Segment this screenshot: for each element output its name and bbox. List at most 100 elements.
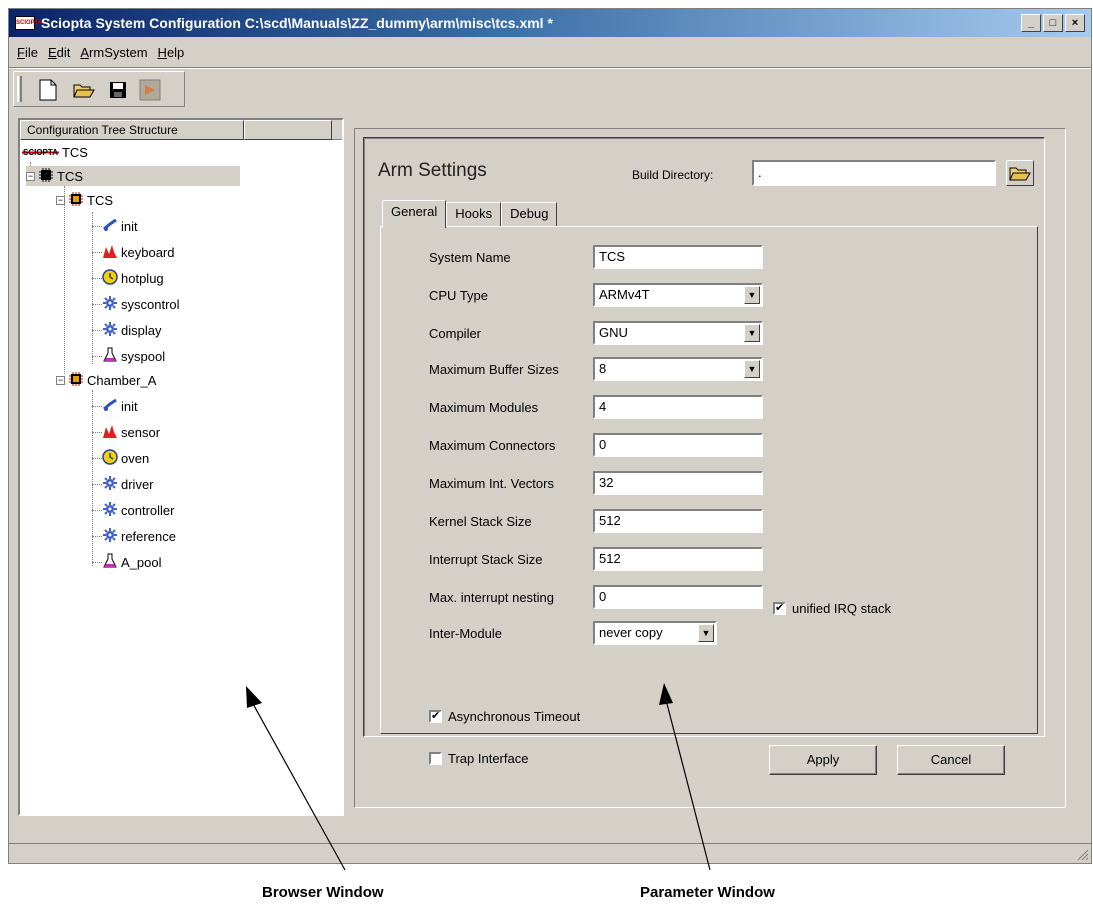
tree-item[interactable]: − TCS — [26, 166, 240, 186]
tree-item[interactable]: init — [102, 396, 138, 416]
field-input[interactable]: 32 — [593, 471, 763, 495]
field-input[interactable]: 0 — [593, 433, 763, 457]
tree-collapse-toggle[interactable]: − — [26, 171, 35, 181]
tree-item[interactable]: syscontrol — [102, 294, 180, 314]
tree-item[interactable]: sensor — [102, 422, 160, 442]
toolbar-grip[interactable] — [17, 76, 22, 102]
field-input[interactable]: 0 — [593, 585, 763, 609]
pool-icon — [102, 347, 118, 366]
unified-irq-checkbox[interactable]: ✔ unified IRQ stack — [773, 601, 891, 616]
tab-debug[interactable]: Debug — [501, 202, 558, 226]
tree-item[interactable]: A_pool — [102, 552, 161, 572]
dropdown-arrow-icon[interactable]: ▼ — [744, 286, 760, 304]
menu-help[interactable]: Help — [158, 45, 185, 65]
tree-root-label: TCS — [61, 144, 88, 160]
dropdown-arrow-icon[interactable]: ▼ — [744, 360, 760, 378]
tree-column-header[interactable]: Configuration Tree Structure — [20, 120, 244, 140]
dropdown-arrow-icon[interactable]: ▼ — [744, 324, 760, 342]
build-icon[interactable] — [138, 78, 162, 102]
tree-item-label: oven — [121, 450, 150, 466]
browse-folder-button[interactable] — [1006, 160, 1034, 186]
tree-item[interactable]: init — [102, 216, 138, 236]
field-select[interactable]: never copy ▼ — [593, 621, 717, 645]
minimize-button[interactable]: _ — [1021, 14, 1041, 32]
tree-item[interactable]: hotplug — [102, 268, 164, 288]
menu-armsystem[interactable]: ArmSystem — [80, 45, 147, 65]
tree-line — [92, 458, 102, 459]
tree-item[interactable]: reference — [102, 526, 176, 546]
tree-item-label: TCS — [57, 168, 83, 184]
async-timeout-checkbox[interactable]: ✔ Asynchronous Timeout — [429, 709, 580, 724]
async-timeout-label: Asynchronous Timeout — [448, 709, 581, 724]
dropdown-arrow-icon[interactable]: ▼ — [698, 624, 714, 642]
module-chip-icon — [68, 371, 84, 390]
field-input[interactable]: 512 — [593, 547, 763, 571]
field-value: ARMv4T — [599, 287, 650, 302]
tree-collapse-toggle[interactable]: − — [56, 375, 65, 385]
tree-line — [92, 226, 102, 227]
tree-item[interactable]: syspool — [102, 346, 165, 366]
tree-line — [92, 406, 102, 407]
field-label: System Name — [429, 250, 511, 265]
tree-item[interactable]: − Chamber_A — [56, 370, 156, 390]
menu-file[interactable]: File — [17, 45, 38, 65]
resize-grip-icon[interactable] — [1075, 847, 1089, 861]
field-value: 32 — [599, 475, 614, 490]
tree-item[interactable]: keyboard — [102, 242, 174, 262]
field-value: 512 — [599, 513, 621, 528]
tree-collapse-toggle[interactable]: − — [56, 195, 65, 205]
menu-edit[interactable]: Edit — [48, 45, 70, 65]
tree-root[interactable]: SCIOPTA TCS — [22, 142, 88, 162]
tree-line — [92, 432, 102, 433]
tree-column-header-empty[interactable] — [244, 120, 332, 140]
window-title: Sciopta System Configuration C:\scd\Manu… — [41, 15, 553, 31]
tree-line — [92, 278, 102, 279]
tree-line — [92, 304, 102, 305]
save-icon[interactable] — [106, 78, 130, 102]
close-button[interactable]: × — [1065, 14, 1085, 32]
prioritized-process-icon — [102, 321, 118, 340]
tree-item[interactable]: driver — [102, 474, 154, 494]
field-select[interactable]: 8 ▼ — [593, 357, 763, 381]
field-label: Inter-Module — [429, 626, 502, 641]
interrupt-process-icon — [102, 243, 118, 262]
tree-item[interactable]: oven — [102, 448, 149, 468]
parameter-inner: Arm Settings Build Directory: . General … — [363, 137, 1045, 766]
tab-general[interactable]: General — [382, 200, 447, 228]
field-input[interactable]: TCS — [593, 245, 763, 269]
apply-button[interactable]: Apply — [769, 745, 877, 775]
menu-separator — [9, 67, 1091, 69]
field-value: never copy — [599, 625, 663, 640]
tab-strip: General Hooks Debug — [382, 200, 558, 228]
field-label: Compiler — [429, 326, 482, 341]
field-value: GNU — [599, 325, 628, 340]
field-input[interactable]: 512 — [593, 509, 763, 533]
parameter-window-caption: Parameter Window — [640, 884, 775, 901]
tab-hooks[interactable]: Hooks — [446, 202, 502, 226]
settings-title: Arm Settings — [378, 160, 487, 181]
tree-line — [92, 330, 102, 331]
status-bar — [9, 843, 1091, 863]
browser-window[interactable]: Configuration Tree Structure SCIOPTA TCS… — [18, 118, 344, 816]
field-value: TCS — [599, 249, 625, 264]
unified-irq-label: unified IRQ stack — [792, 601, 891, 616]
field-label: Kernel Stack Size — [429, 514, 532, 529]
build-directory-input[interactable]: . — [752, 160, 996, 186]
cancel-button[interactable]: Cancel — [897, 745, 1005, 775]
new-file-icon[interactable] — [36, 78, 60, 102]
tree-item-label: reference — [121, 528, 176, 544]
field-input[interactable]: 4 — [593, 395, 763, 419]
field-value: 0 — [599, 437, 607, 452]
tree-line — [92, 356, 102, 357]
field-select[interactable]: GNU ▼ — [593, 321, 763, 345]
maximize-button[interactable]: □ — [1043, 14, 1063, 32]
tree-item-label: Chamber_A — [87, 372, 157, 388]
tree-item[interactable]: controller — [102, 500, 174, 520]
field-select[interactable]: ARMv4T ▼ — [593, 283, 763, 307]
tree-item[interactable]: display — [102, 320, 161, 340]
title-bar[interactable]: SCIOPTA Sciopta System Configuration C:\… — [9, 9, 1091, 37]
init-process-icon — [102, 217, 118, 236]
tree-item[interactable]: − TCS — [56, 190, 113, 210]
open-folder-icon[interactable] — [72, 78, 96, 102]
trap-interface-checkbox[interactable]: Trap Interface — [429, 751, 528, 766]
